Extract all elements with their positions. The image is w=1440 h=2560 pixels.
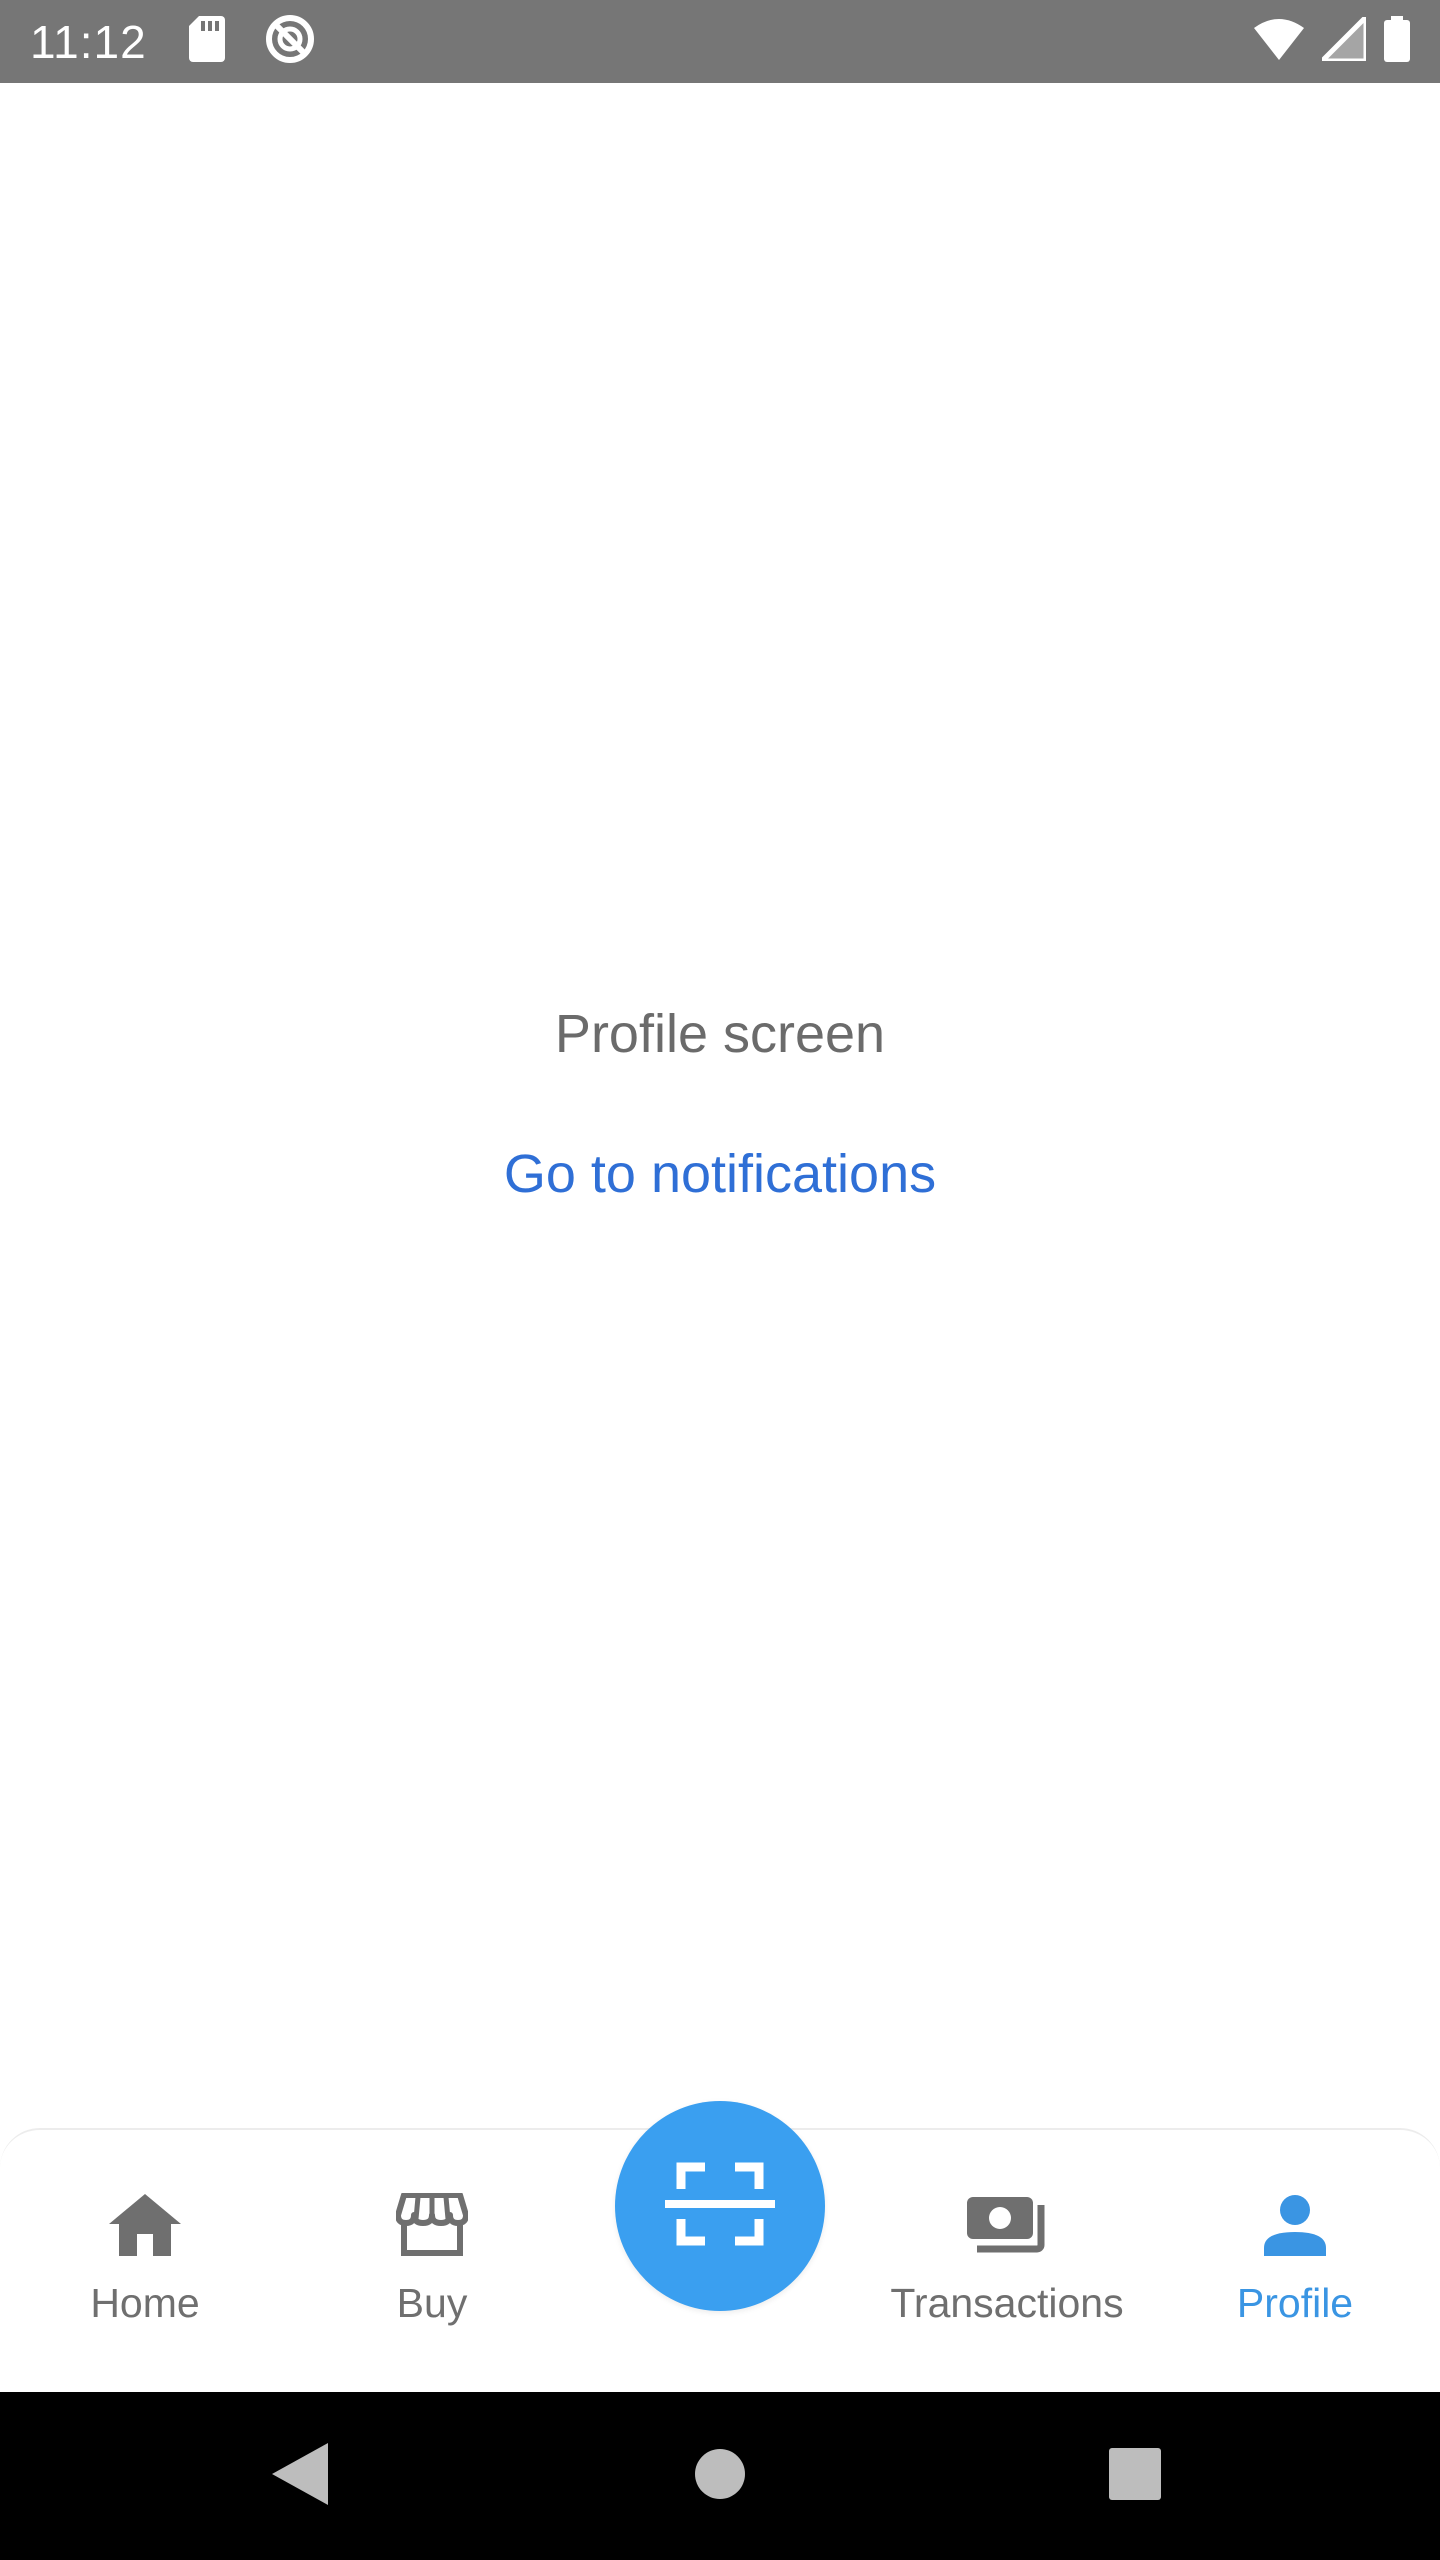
signal-icon (1315, 10, 1369, 66)
navigation-bar (0, 2392, 1440, 2560)
back-button[interactable] (220, 2392, 380, 2560)
wifi-icon (1254, 18, 1304, 65)
tab-transactions[interactable]: Transactions (862, 2130, 1152, 2394)
scan-button[interactable] (615, 2101, 825, 2311)
battery-icon (1384, 16, 1410, 67)
store-icon (396, 2190, 468, 2260)
tab-transactions-label: Transactions (890, 2280, 1124, 2326)
tab-profile-label: Profile (1236, 2280, 1354, 2326)
go-to-notifications-link[interactable]: Go to notifications (0, 1143, 1440, 1205)
tab-home[interactable]: Home (0, 2130, 290, 2394)
person-icon (1264, 2190, 1326, 2260)
recents-icon (1109, 2447, 1161, 2505)
home-icon (109, 2190, 181, 2260)
home-nav-button[interactable] (640, 2392, 800, 2560)
home-circle-icon (694, 2448, 746, 2505)
status-time: 11:12 (30, 15, 147, 68)
tab-home-label: Home (90, 2280, 200, 2326)
screen: 11:12 Profile screen Go to notifications… (0, 0, 1440, 2560)
scan-icon (665, 2161, 775, 2252)
sync-icon (265, 14, 315, 69)
recents-button[interactable] (1055, 2392, 1215, 2560)
profile-content: Profile screen Go to notifications (0, 83, 1440, 2128)
money-icon (967, 2190, 1047, 2260)
tab-buy-label: Buy (396, 2280, 468, 2326)
page-title: Profile screen (554, 1004, 886, 1064)
tab-profile[interactable]: Profile (1150, 2130, 1440, 2394)
tab-buy[interactable]: Buy (287, 2130, 577, 2394)
sd-card-icon (188, 16, 225, 67)
status-bar: 11:12 (0, 0, 1440, 83)
back-icon (272, 2442, 328, 2510)
